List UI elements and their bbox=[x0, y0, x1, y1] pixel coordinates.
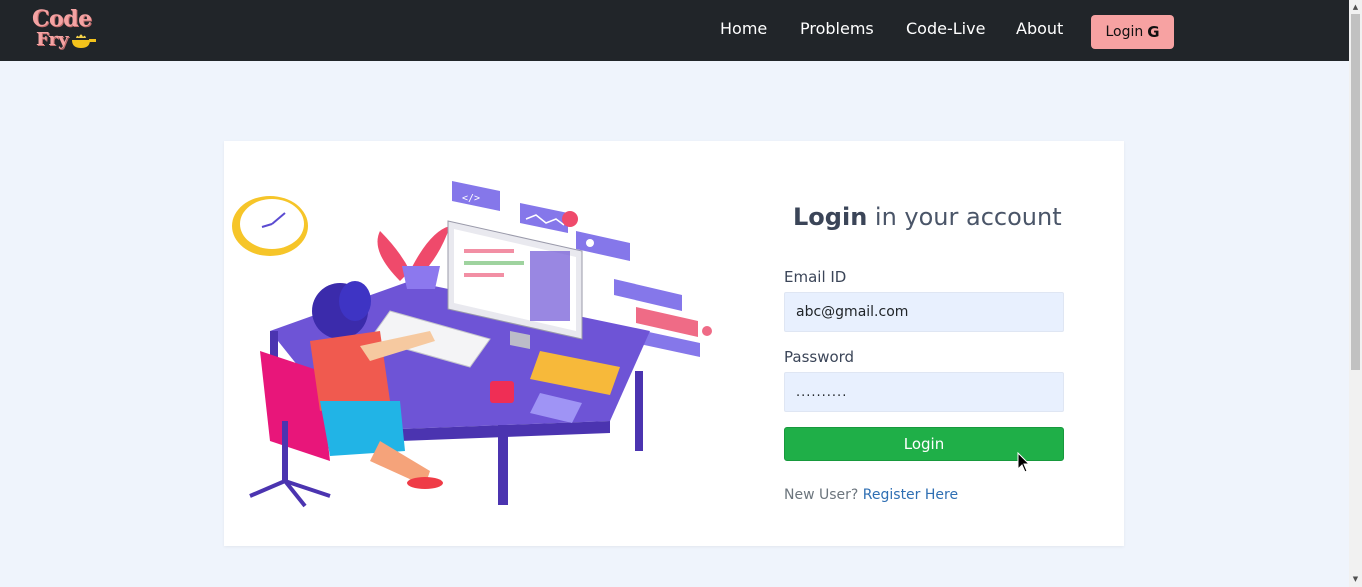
email-label: Email ID bbox=[784, 268, 847, 286]
navbar: Code Fry Home Problems Code-Live About L… bbox=[0, 0, 1349, 61]
login-title-bold: Login bbox=[793, 203, 868, 231]
scroll-up-arrow-icon[interactable]: ▲ bbox=[1351, 2, 1360, 12]
register-prompt: New User? Register Here bbox=[784, 487, 958, 503]
mouse-pointer-icon bbox=[1017, 452, 1031, 473]
nav-about[interactable]: About bbox=[1016, 19, 1063, 38]
page-scrollbar[interactable]: ▲ ▼ bbox=[1349, 0, 1362, 587]
email-input[interactable] bbox=[784, 292, 1064, 332]
login-title: Login in your account bbox=[793, 203, 1062, 231]
nav-problems[interactable]: Problems bbox=[800, 19, 874, 38]
scroll-down-arrow-icon[interactable]: ▼ bbox=[1351, 574, 1360, 584]
nav-home[interactable]: Home bbox=[720, 19, 767, 38]
login-card: </> Login in your account Email ID abc@g… bbox=[224, 141, 1124, 546]
brand-logo[interactable]: Code Fry bbox=[30, 6, 100, 54]
frying-pan-icon bbox=[72, 34, 96, 48]
nav-code-live[interactable]: Code-Live bbox=[906, 19, 985, 38]
login-title-rest: in your account bbox=[867, 203, 1062, 231]
password-label: Password bbox=[784, 348, 855, 366]
register-prompt-text: New User? bbox=[784, 487, 863, 503]
scroll-thumb[interactable] bbox=[1351, 14, 1360, 370]
login-button-label: Login bbox=[1105, 24, 1144, 40]
svg-text:</>: </> bbox=[462, 193, 480, 204]
password-input[interactable] bbox=[784, 372, 1064, 412]
brand-line2: Fry bbox=[36, 29, 69, 50]
login-google-button[interactable]: Login G bbox=[1091, 15, 1174, 49]
register-link[interactable]: Register Here bbox=[863, 487, 958, 503]
google-g-icon: G bbox=[1147, 23, 1160, 41]
developer-at-desk-illustration: </> bbox=[232, 181, 712, 508]
